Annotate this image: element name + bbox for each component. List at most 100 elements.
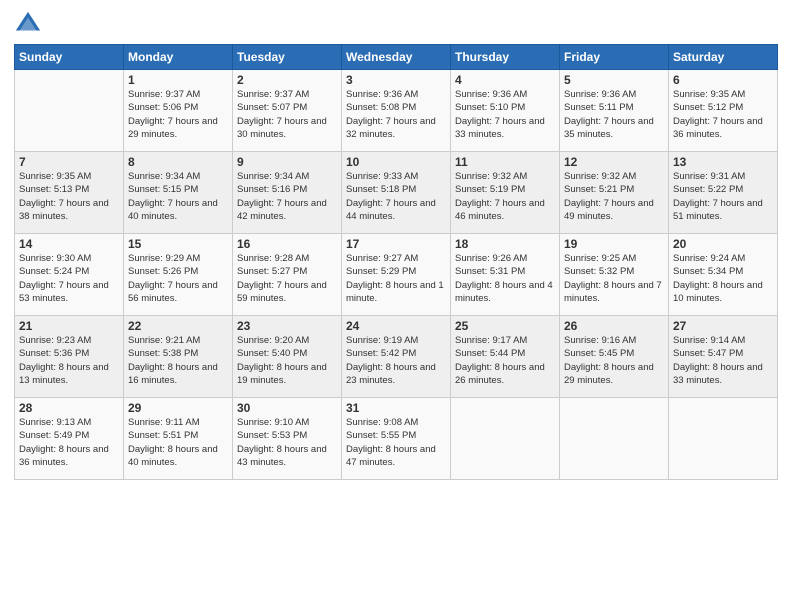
calendar-cell: 2Sunrise: 9:37 AMSunset: 5:07 PMDaylight…: [233, 70, 342, 152]
day-info: Sunrise: 9:32 AMSunset: 5:19 PMDaylight:…: [455, 170, 555, 223]
day-info: Sunrise: 9:30 AMSunset: 5:24 PMDaylight:…: [19, 252, 119, 305]
calendar-cell: [451, 398, 560, 480]
calendar-week-row: 7Sunrise: 9:35 AMSunset: 5:13 PMDaylight…: [15, 152, 778, 234]
day-header-thursday: Thursday: [451, 45, 560, 70]
day-info: Sunrise: 9:33 AMSunset: 5:18 PMDaylight:…: [346, 170, 446, 223]
day-info: Sunrise: 9:35 AMSunset: 5:13 PMDaylight:…: [19, 170, 119, 223]
calendar-cell: 14Sunrise: 9:30 AMSunset: 5:24 PMDayligh…: [15, 234, 124, 316]
calendar-cell: 4Sunrise: 9:36 AMSunset: 5:10 PMDaylight…: [451, 70, 560, 152]
day-info: Sunrise: 9:37 AMSunset: 5:06 PMDaylight:…: [128, 88, 228, 141]
day-number: 6: [673, 73, 773, 87]
day-info: Sunrise: 9:36 AMSunset: 5:11 PMDaylight:…: [564, 88, 664, 141]
calendar-cell: 17Sunrise: 9:27 AMSunset: 5:29 PMDayligh…: [342, 234, 451, 316]
calendar-table: SundayMondayTuesdayWednesdayThursdayFrid…: [14, 44, 778, 480]
calendar-cell: 8Sunrise: 9:34 AMSunset: 5:15 PMDaylight…: [124, 152, 233, 234]
day-info: Sunrise: 9:29 AMSunset: 5:26 PMDaylight:…: [128, 252, 228, 305]
day-header-saturday: Saturday: [669, 45, 778, 70]
calendar-cell: 15Sunrise: 9:29 AMSunset: 5:26 PMDayligh…: [124, 234, 233, 316]
day-number: 15: [128, 237, 228, 251]
day-info: Sunrise: 9:08 AMSunset: 5:55 PMDaylight:…: [346, 416, 446, 469]
day-info: Sunrise: 9:17 AMSunset: 5:44 PMDaylight:…: [455, 334, 555, 387]
day-header-sunday: Sunday: [15, 45, 124, 70]
day-number: 2: [237, 73, 337, 87]
calendar-cell: 7Sunrise: 9:35 AMSunset: 5:13 PMDaylight…: [15, 152, 124, 234]
day-number: 30: [237, 401, 337, 415]
day-info: Sunrise: 9:32 AMSunset: 5:21 PMDaylight:…: [564, 170, 664, 223]
day-info: Sunrise: 9:36 AMSunset: 5:08 PMDaylight:…: [346, 88, 446, 141]
day-info: Sunrise: 9:35 AMSunset: 5:12 PMDaylight:…: [673, 88, 773, 141]
day-info: Sunrise: 9:20 AMSunset: 5:40 PMDaylight:…: [237, 334, 337, 387]
calendar-cell: 27Sunrise: 9:14 AMSunset: 5:47 PMDayligh…: [669, 316, 778, 398]
calendar-week-row: 1Sunrise: 9:37 AMSunset: 5:06 PMDaylight…: [15, 70, 778, 152]
day-number: 29: [128, 401, 228, 415]
day-number: 22: [128, 319, 228, 333]
calendar-cell: 30Sunrise: 9:10 AMSunset: 5:53 PMDayligh…: [233, 398, 342, 480]
day-number: 23: [237, 319, 337, 333]
main-container: SundayMondayTuesdayWednesdayThursdayFrid…: [0, 0, 792, 488]
day-info: Sunrise: 9:14 AMSunset: 5:47 PMDaylight:…: [673, 334, 773, 387]
day-info: Sunrise: 9:27 AMSunset: 5:29 PMDaylight:…: [346, 252, 446, 305]
day-number: 14: [19, 237, 119, 251]
logo-icon: [14, 10, 42, 38]
calendar-cell: 21Sunrise: 9:23 AMSunset: 5:36 PMDayligh…: [15, 316, 124, 398]
day-info: Sunrise: 9:11 AMSunset: 5:51 PMDaylight:…: [128, 416, 228, 469]
day-header-monday: Monday: [124, 45, 233, 70]
day-info: Sunrise: 9:16 AMSunset: 5:45 PMDaylight:…: [564, 334, 664, 387]
calendar-cell: [15, 70, 124, 152]
day-info: Sunrise: 9:34 AMSunset: 5:15 PMDaylight:…: [128, 170, 228, 223]
day-info: Sunrise: 9:21 AMSunset: 5:38 PMDaylight:…: [128, 334, 228, 387]
day-info: Sunrise: 9:13 AMSunset: 5:49 PMDaylight:…: [19, 416, 119, 469]
day-number: 10: [346, 155, 446, 169]
calendar-cell: [560, 398, 669, 480]
day-number: 1: [128, 73, 228, 87]
calendar-cell: 26Sunrise: 9:16 AMSunset: 5:45 PMDayligh…: [560, 316, 669, 398]
day-number: 19: [564, 237, 664, 251]
day-info: Sunrise: 9:34 AMSunset: 5:16 PMDaylight:…: [237, 170, 337, 223]
calendar-week-row: 14Sunrise: 9:30 AMSunset: 5:24 PMDayligh…: [15, 234, 778, 316]
calendar-cell: 25Sunrise: 9:17 AMSunset: 5:44 PMDayligh…: [451, 316, 560, 398]
calendar-header-row: SundayMondayTuesdayWednesdayThursdayFrid…: [15, 45, 778, 70]
day-info: Sunrise: 9:10 AMSunset: 5:53 PMDaylight:…: [237, 416, 337, 469]
day-number: 18: [455, 237, 555, 251]
day-number: 17: [346, 237, 446, 251]
calendar-cell: 12Sunrise: 9:32 AMSunset: 5:21 PMDayligh…: [560, 152, 669, 234]
day-number: 28: [19, 401, 119, 415]
day-info: Sunrise: 9:37 AMSunset: 5:07 PMDaylight:…: [237, 88, 337, 141]
calendar-cell: 1Sunrise: 9:37 AMSunset: 5:06 PMDaylight…: [124, 70, 233, 152]
day-header-wednesday: Wednesday: [342, 45, 451, 70]
day-info: Sunrise: 9:28 AMSunset: 5:27 PMDaylight:…: [237, 252, 337, 305]
calendar-cell: 28Sunrise: 9:13 AMSunset: 5:49 PMDayligh…: [15, 398, 124, 480]
calendar-cell: 6Sunrise: 9:35 AMSunset: 5:12 PMDaylight…: [669, 70, 778, 152]
calendar-week-row: 28Sunrise: 9:13 AMSunset: 5:49 PMDayligh…: [15, 398, 778, 480]
calendar-cell: 3Sunrise: 9:36 AMSunset: 5:08 PMDaylight…: [342, 70, 451, 152]
calendar-cell: 29Sunrise: 9:11 AMSunset: 5:51 PMDayligh…: [124, 398, 233, 480]
calendar-cell: 18Sunrise: 9:26 AMSunset: 5:31 PMDayligh…: [451, 234, 560, 316]
calendar-week-row: 21Sunrise: 9:23 AMSunset: 5:36 PMDayligh…: [15, 316, 778, 398]
day-number: 11: [455, 155, 555, 169]
day-header-tuesday: Tuesday: [233, 45, 342, 70]
day-info: Sunrise: 9:23 AMSunset: 5:36 PMDaylight:…: [19, 334, 119, 387]
day-number: 20: [673, 237, 773, 251]
day-number: 31: [346, 401, 446, 415]
calendar-cell: 19Sunrise: 9:25 AMSunset: 5:32 PMDayligh…: [560, 234, 669, 316]
calendar-cell: 31Sunrise: 9:08 AMSunset: 5:55 PMDayligh…: [342, 398, 451, 480]
day-number: 27: [673, 319, 773, 333]
day-header-friday: Friday: [560, 45, 669, 70]
calendar-cell: 11Sunrise: 9:32 AMSunset: 5:19 PMDayligh…: [451, 152, 560, 234]
day-number: 7: [19, 155, 119, 169]
day-info: Sunrise: 9:25 AMSunset: 5:32 PMDaylight:…: [564, 252, 664, 305]
calendar-cell: 16Sunrise: 9:28 AMSunset: 5:27 PMDayligh…: [233, 234, 342, 316]
day-number: 4: [455, 73, 555, 87]
calendar-cell: 13Sunrise: 9:31 AMSunset: 5:22 PMDayligh…: [669, 152, 778, 234]
calendar-cell: 9Sunrise: 9:34 AMSunset: 5:16 PMDaylight…: [233, 152, 342, 234]
day-number: 12: [564, 155, 664, 169]
day-number: 21: [19, 319, 119, 333]
calendar-cell: 20Sunrise: 9:24 AMSunset: 5:34 PMDayligh…: [669, 234, 778, 316]
day-info: Sunrise: 9:36 AMSunset: 5:10 PMDaylight:…: [455, 88, 555, 141]
day-info: Sunrise: 9:24 AMSunset: 5:34 PMDaylight:…: [673, 252, 773, 305]
calendar-cell: 23Sunrise: 9:20 AMSunset: 5:40 PMDayligh…: [233, 316, 342, 398]
calendar-cell: 5Sunrise: 9:36 AMSunset: 5:11 PMDaylight…: [560, 70, 669, 152]
day-info: Sunrise: 9:26 AMSunset: 5:31 PMDaylight:…: [455, 252, 555, 305]
calendar-cell: 10Sunrise: 9:33 AMSunset: 5:18 PMDayligh…: [342, 152, 451, 234]
day-number: 24: [346, 319, 446, 333]
